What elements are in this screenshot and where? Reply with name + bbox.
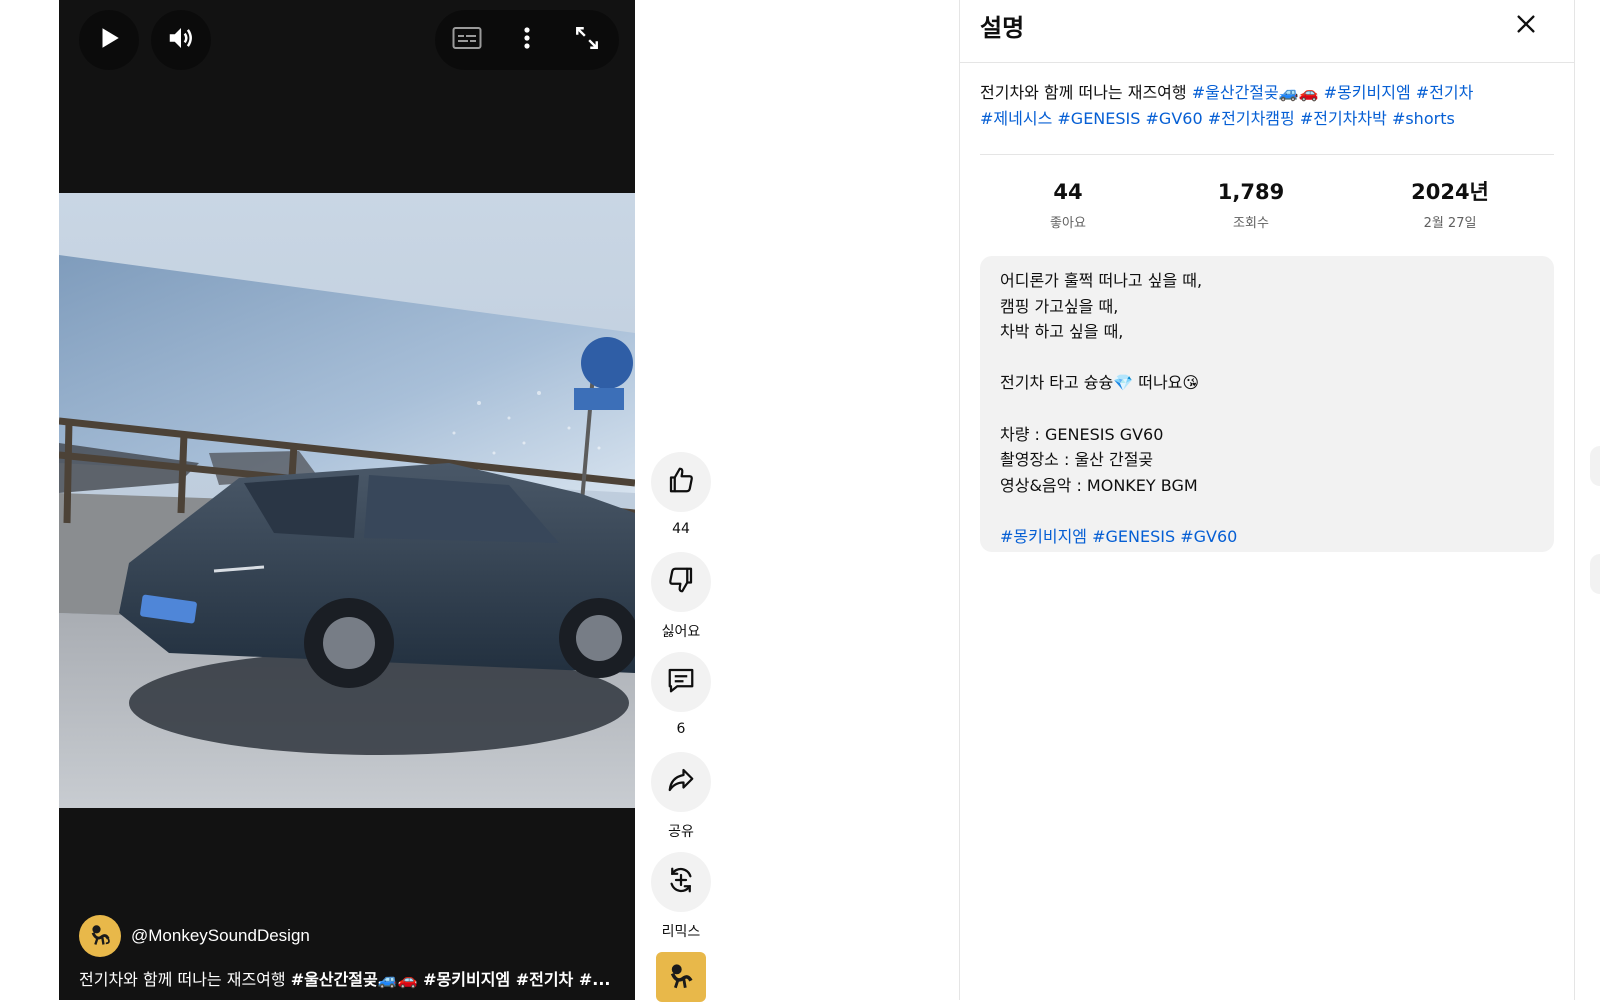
- description-line: 전기차 타고 슝슝💎 떠나요😘: [1000, 373, 1200, 393]
- panel-title: 설명: [980, 14, 1025, 42]
- channel-avatar[interactable]: [79, 915, 121, 957]
- comments-button[interactable]: [651, 652, 711, 712]
- description-line: 차량 : GENESIS GV60: [1000, 424, 1164, 444]
- hashtag-link[interactable]: #몽키비지엠: [1324, 83, 1411, 102]
- close-button[interactable]: [1506, 6, 1546, 46]
- like-action: 44: [650, 452, 712, 552]
- hashtag-link[interactable]: #shorts: [1392, 109, 1455, 128]
- monkey-logo-icon: [86, 920, 114, 952]
- share-action: 공유: [650, 752, 712, 852]
- panel-header: 설명: [960, 0, 1574, 63]
- fullscreen-button[interactable]: [557, 10, 617, 70]
- play-icon: [96, 25, 122, 55]
- likes-value: 44: [1053, 180, 1083, 204]
- video-title[interactable]: 전기차와 함께 떠나는 재즈여행 #울산간절곶🚙🚗 #몽키비지엠 #전기차 #.…: [79, 966, 619, 990]
- likes-stat: 44 좋아요: [998, 178, 1138, 231]
- volume-button[interactable]: [151, 10, 211, 70]
- share-button[interactable]: [651, 752, 711, 812]
- video-summary: 전기차와 함께 떠나는 재즈여행 #울산간절곶🚙🚗 #몽키비지엠 #전기차 #제네…: [980, 80, 1555, 132]
- thumbs-down-icon: [666, 565, 696, 599]
- views-label: 조회수: [1233, 216, 1269, 231]
- fullscreen-icon: [574, 25, 600, 55]
- description-box: 어디론가 훌쩍 떠나고 싶을 때, 캠핑 가고싶을 때, 차박 하고 싶을 때,…: [980, 256, 1554, 552]
- comments-action: 6: [650, 652, 712, 752]
- video-frame[interactable]: [59, 193, 635, 808]
- share-icon: [666, 765, 696, 799]
- description-line: [1000, 345, 1534, 371]
- likes-label: 좋아요: [1050, 216, 1086, 231]
- hashtag-link[interactable]: #울산간절곶🚙🚗: [1192, 83, 1319, 102]
- divider: [980, 154, 1554, 155]
- hashtag-link[interactable]: #전기차차박: [1300, 109, 1387, 128]
- date-stat: 2024년 2월 27일: [1380, 178, 1520, 231]
- hashtag-link[interactable]: #전기차캠핑: [1208, 109, 1295, 128]
- video-title-text: 전기차와 함께 떠나는 재즈여행: [79, 970, 291, 989]
- play-button[interactable]: [79, 10, 139, 70]
- description-line: 캠핑 가고싶을 때,: [1000, 296, 1119, 316]
- year-value: 2024년: [1411, 180, 1489, 204]
- summary-text: 전기차와 함께 떠나는 재즈여행: [980, 83, 1192, 102]
- hashtag-link[interactable]: #몽키비지엠: [1000, 527, 1087, 546]
- views-value: 1,789: [1217, 180, 1285, 204]
- prev-nav-edge[interactable]: [1590, 554, 1600, 594]
- video-title-tags: #울산간절곶🚙🚗 #몽키비지엠 #전기차 #...: [290, 970, 611, 989]
- dislike-action: 싫어요: [650, 552, 712, 652]
- close-icon: [1515, 13, 1537, 39]
- more-vert-icon: [523, 26, 531, 54]
- hashtag-link[interactable]: #GENESIS: [1092, 527, 1175, 546]
- captions-icon: [452, 26, 482, 54]
- description-line: [1000, 498, 1534, 524]
- like-button[interactable]: [651, 452, 711, 512]
- description-line: 차박 하고 싶을 때,: [1000, 322, 1124, 342]
- remix-action: 리믹스: [650, 852, 712, 952]
- shorts-video-player[interactable]: @MonkeySoundDesign 전기차와 함께 떠나는 재즈여행 #울산간…: [59, 0, 635, 1000]
- action-column: 44 싫어요 6 공유 리믹스: [650, 452, 712, 952]
- description-line: 촬영장소 : 울산 간절곶: [1000, 450, 1154, 470]
- description-line: 영상&음악 : MONKEY BGM: [1000, 475, 1198, 495]
- hashtag-link[interactable]: #전기차: [1416, 83, 1474, 102]
- video-still-image: [59, 193, 635, 808]
- next-nav-edge[interactable]: [1590, 446, 1600, 486]
- like-count: 44: [672, 521, 690, 537]
- sound-avatar[interactable]: [656, 952, 706, 1002]
- channel-info: @MonkeySoundDesign: [79, 915, 310, 957]
- player-controls-group: [435, 10, 619, 70]
- hashtag-link[interactable]: #GV60: [1180, 527, 1237, 546]
- date-label: 2월 27일: [1423, 216, 1477, 231]
- dislike-button[interactable]: [651, 552, 711, 612]
- captions-button[interactable]: [437, 10, 497, 70]
- dislike-label: 싫어요: [661, 624, 701, 640]
- share-label: 공유: [668, 824, 694, 840]
- thumbs-up-icon: [666, 465, 696, 499]
- hashtag-link[interactable]: #GENESIS: [1057, 109, 1140, 128]
- volume-icon: [166, 23, 196, 57]
- channel-handle[interactable]: @MonkeySoundDesign: [131, 926, 310, 946]
- remix-icon: [666, 865, 696, 899]
- description-line: 어디론가 훌쩍 떠나고 싶을 때,: [1000, 271, 1203, 290]
- more-options-button[interactable]: [497, 10, 557, 70]
- comment-icon: [666, 665, 696, 699]
- remix-label: 리믹스: [661, 924, 701, 940]
- description-panel: 설명 전기차와 함께 떠나는 재즈여행 #울산간절곶🚙🚗 #몽키비지엠 #전기차…: [959, 0, 1575, 1000]
- comments-count: 6: [676, 721, 686, 737]
- hashtag-link[interactable]: #제네시스: [980, 109, 1052, 128]
- remix-button[interactable]: [651, 852, 711, 912]
- monkey-logo-icon: [664, 958, 698, 996]
- views-stat: 1,789 조회수: [1181, 178, 1321, 231]
- description-tags: #몽키비지엠 #GENESIS #GV60: [1000, 524, 1534, 550]
- description-line: [1000, 396, 1534, 422]
- hashtag-link[interactable]: #GV60: [1146, 109, 1203, 128]
